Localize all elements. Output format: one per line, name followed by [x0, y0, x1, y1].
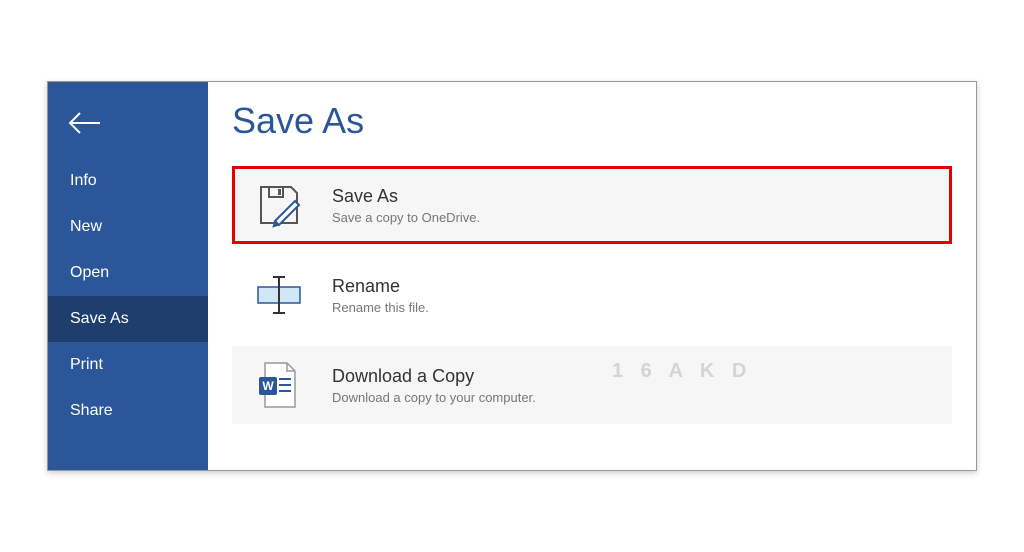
option-subtitle: Save a copy to OneDrive. [332, 210, 934, 225]
option-save-as[interactable]: Save As Save a copy to OneDrive. [232, 166, 952, 244]
option-title: Rename [332, 276, 934, 297]
back-row [48, 100, 208, 158]
option-text: Download a Copy Download a copy to your … [332, 366, 934, 405]
sidebar-item-label: Info [70, 172, 97, 189]
word-doc-icon: W [250, 360, 308, 410]
option-title: Save As [332, 186, 934, 207]
sidebar-item-label: Open [70, 264, 109, 281]
option-download[interactable]: W Download a Copy Download a copy to you… [232, 346, 952, 424]
sidebar-item-label: Share [70, 402, 113, 419]
sidebar-item-print[interactable]: Print [48, 342, 208, 388]
option-text: Rename Rename this file. [332, 276, 934, 315]
option-subtitle: Download a copy to your computer. [332, 390, 934, 405]
backstage-panel: Info New Open Save As Print Share Save A… [47, 81, 977, 471]
sidebar-item-new[interactable]: New [48, 204, 208, 250]
sidebar-item-label: New [70, 218, 102, 235]
sidebar-item-save-as[interactable]: Save As [48, 296, 208, 342]
back-arrow-icon [68, 111, 102, 135]
sidebar-item-open[interactable]: Open [48, 250, 208, 296]
option-rename[interactable]: Rename Rename this file. [232, 256, 952, 334]
sidebar: Info New Open Save As Print Share [48, 82, 208, 470]
main-pane: Save As Save As Save a copy to OneDrive. [208, 82, 976, 470]
page-title: Save As [232, 100, 952, 142]
back-button[interactable] [68, 106, 102, 140]
option-text: Save As Save a copy to OneDrive. [332, 186, 934, 225]
option-title: Download a Copy [332, 366, 934, 387]
sidebar-item-info[interactable]: Info [48, 158, 208, 204]
sidebar-item-label: Save As [70, 310, 129, 327]
rename-icon [250, 270, 308, 320]
option-subtitle: Rename this file. [332, 300, 934, 315]
sidebar-item-share[interactable]: Share [48, 388, 208, 434]
save-as-icon [250, 180, 308, 230]
svg-text:W: W [262, 379, 274, 393]
sidebar-item-label: Print [70, 356, 103, 373]
